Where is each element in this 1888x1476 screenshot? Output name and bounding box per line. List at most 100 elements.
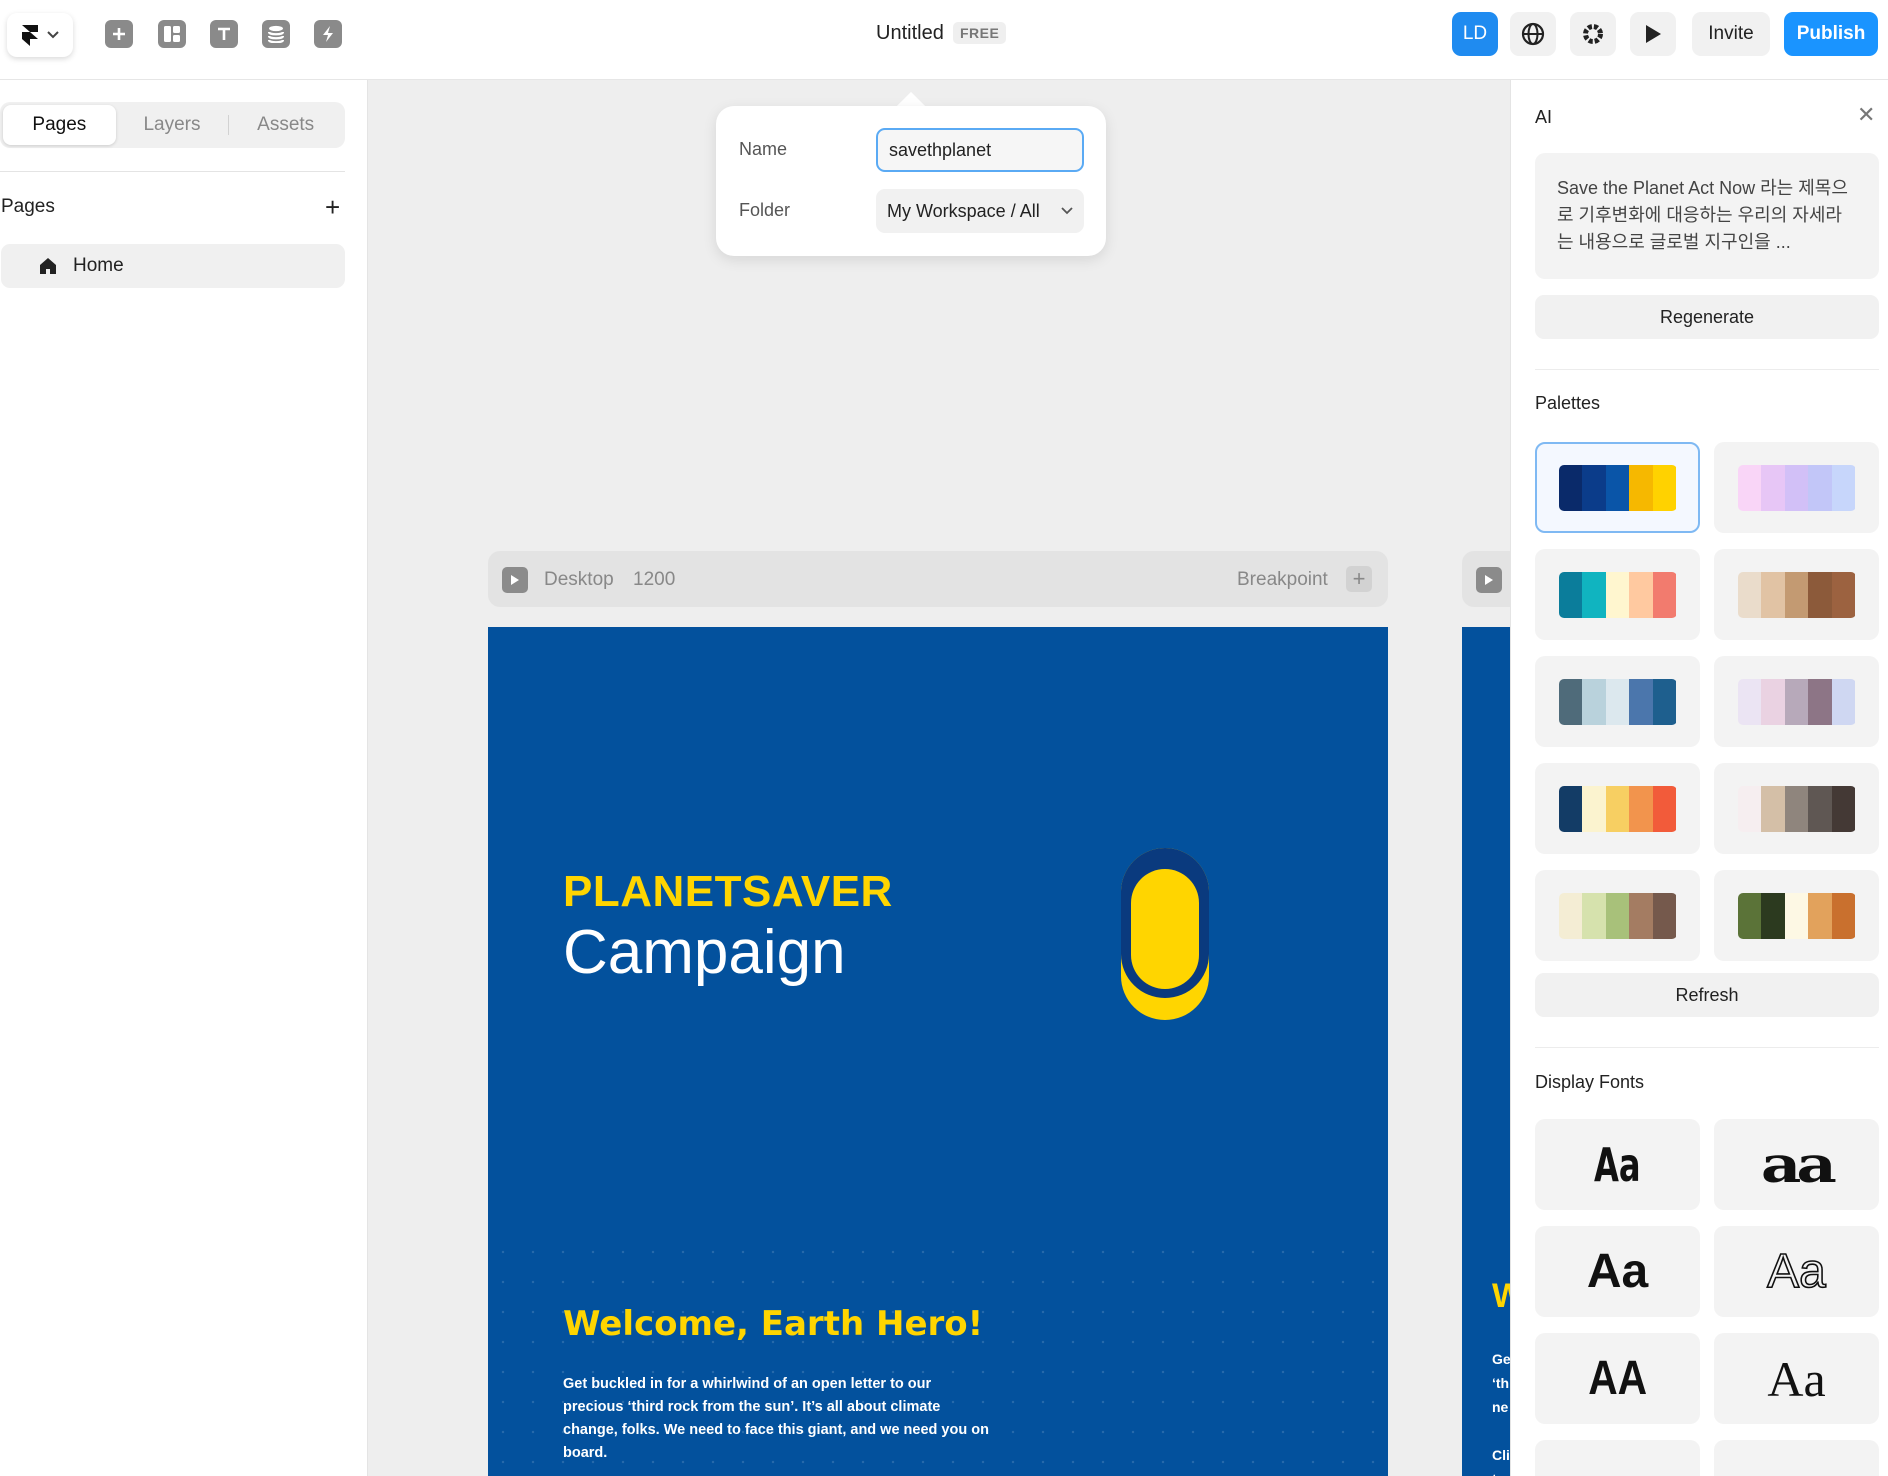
font-option[interactable]: Aa [1714,1226,1879,1317]
site-intro-text[interactable]: Get buckled in for a whirlwind of an ope… [563,1373,993,1465]
palette-option[interactable] [1535,870,1700,961]
color-swatch [1784,464,1809,511]
site-brand[interactable]: PLANETSAVER [563,867,893,917]
cms-icon[interactable] [262,20,290,48]
color-swatch [1582,785,1606,832]
palette-option[interactable] [1535,442,1700,533]
color-swatch [1558,464,1583,511]
avatar[interactable]: LD [1452,12,1498,56]
add-breakpoint-button[interactable]: + [1346,566,1372,592]
palette-option[interactable] [1714,656,1879,747]
divider [0,171,345,172]
site-headline[interactable]: Campaign [563,917,846,988]
add-page-button[interactable]: + [325,192,340,223]
refresh-palettes-button[interactable]: Refresh [1535,973,1879,1017]
preview-frame-button[interactable] [502,567,528,593]
desktop-frame[interactable]: PLANETSAVER Campaign Welcome, Earth Hero… [488,627,1388,1476]
divider [1535,1047,1879,1048]
tab-layers[interactable]: Layers [116,105,229,145]
font-option[interactable] [1714,1440,1879,1476]
color-swatch [1582,571,1606,618]
color-swatch [1605,892,1630,939]
color-swatch [1582,678,1606,725]
chevron-down-icon [47,31,59,39]
color-swatch [1629,678,1653,725]
palette-swatches [1558,678,1677,725]
color-swatch [1808,678,1832,725]
color-swatch [1737,785,1762,832]
play-icon[interactable] [1630,12,1676,56]
color-swatch [1558,571,1583,618]
palette-swatches [1558,571,1677,618]
invite-button[interactable]: Invite [1692,12,1770,56]
layout-icon[interactable] [158,20,186,48]
app-menu-button[interactable] [7,13,73,57]
insert-icon[interactable] [105,20,133,48]
regenerate-button[interactable]: Regenerate [1535,295,1879,339]
play-icon [511,575,519,585]
color-swatch [1652,571,1677,618]
left-panel: Pages Layers Assets Pages + Home [0,80,368,1476]
palette-option[interactable] [1535,549,1700,640]
capsule-graphic[interactable] [1120,847,1210,1022]
globe-icon[interactable] [1510,12,1556,56]
font-option[interactable]: Aa [1714,1333,1879,1424]
publish-button[interactable]: Publish [1784,12,1878,56]
palette-option[interactable] [1535,763,1700,854]
color-swatch [1784,678,1809,725]
tab-assets[interactable]: Assets [229,105,342,145]
palette-option[interactable] [1714,763,1879,854]
color-swatch [1761,678,1785,725]
plan-badge: FREE [953,22,1007,44]
palettes-title: Palettes [1535,393,1601,413]
page-item-home[interactable]: Home [1,244,345,288]
palette-swatches [1737,464,1856,511]
font-option[interactable]: Aa [1535,1119,1700,1210]
color-swatch [1784,785,1809,832]
second-frame-text: Ge ‘th ne Cli te [1492,1351,1510,1476]
palette-option[interactable] [1714,442,1879,533]
site-welcome-heading[interactable]: Welcome, Earth Hero! [563,1304,983,1344]
color-swatch [1652,464,1677,511]
second-frame[interactable]: W Ge ‘th ne Cli te [1462,627,1510,1476]
ai-panel: AI ✕ Save the Planet Act Now 라는 제목으로 기후변… [1510,80,1888,1476]
palette-option[interactable] [1535,656,1700,747]
color-swatch [1582,892,1606,939]
divider [1535,369,1879,370]
color-swatch [1831,571,1856,618]
panel-tabs: Pages Layers Assets [0,102,345,148]
project-name-input[interactable] [876,128,1084,172]
ai-prompt-text[interactable]: Save the Planet Act Now 라는 제목으로 기후변화에 대응… [1535,153,1879,279]
color-swatch [1629,892,1653,939]
color-swatch [1605,678,1630,725]
frame-name[interactable]: Desktop [544,569,614,591]
color-swatch [1831,678,1856,725]
framer-logo-icon [22,25,38,46]
palette-option[interactable] [1714,870,1879,961]
home-icon [40,258,56,274]
font-option[interactable]: AA [1535,1333,1700,1424]
color-swatch [1605,464,1630,511]
pages-section-title: Pages [1,196,55,217]
text-icon[interactable] [210,20,238,48]
color-swatch [1784,892,1809,939]
preview-frame-button[interactable] [1476,567,1502,593]
color-swatch [1761,571,1785,618]
palette-option[interactable] [1714,549,1879,640]
font-option[interactable] [1535,1440,1700,1476]
folder-select[interactable]: My Workspace / All [876,189,1084,233]
font-option[interactable]: aa [1714,1119,1879,1210]
close-icon[interactable]: ✕ [1857,102,1875,128]
color-swatch [1582,464,1606,511]
interactions-icon[interactable] [314,20,342,48]
gear-icon[interactable] [1570,12,1616,56]
chevron-down-icon [1061,207,1073,215]
ai-panel-title: AI [1535,107,1553,127]
document-title[interactable]: Untitled [876,22,944,45]
font-option[interactable]: Aa [1535,1226,1700,1317]
palette-swatches [1737,678,1856,725]
color-swatch [1831,464,1856,511]
color-swatch [1629,571,1653,618]
tab-pages[interactable]: Pages [3,105,116,145]
color-swatch [1605,785,1630,832]
